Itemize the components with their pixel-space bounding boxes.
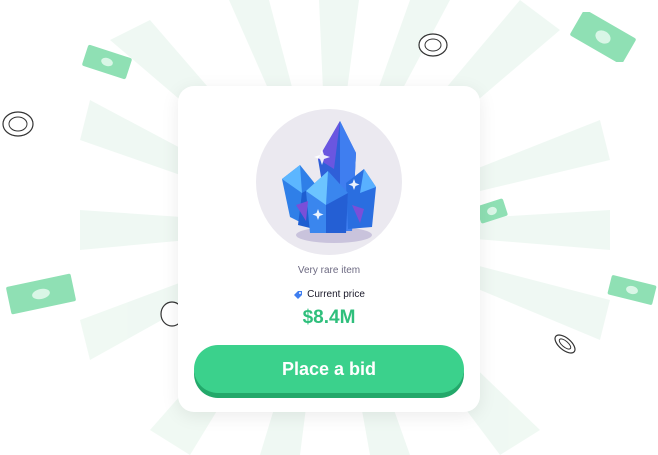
blue-crystal-icon [282, 121, 376, 243]
banknote-icon [82, 44, 132, 80]
banknote-icon [607, 275, 657, 305]
price-value: $8.4M [302, 307, 356, 328]
place-bid-button[interactable]: Place a bid [194, 345, 464, 393]
coin-icon [418, 33, 448, 57]
price-label-row: Current price [178, 289, 480, 300]
item-rarity: Very rare item [297, 265, 361, 276]
price-label: Current price [307, 289, 365, 300]
price-tag-icon [294, 290, 303, 299]
item-image [256, 109, 402, 255]
banknote-icon [570, 12, 636, 62]
banknote-icon [6, 273, 76, 315]
coin-icon [554, 334, 576, 354]
coin-icon [2, 111, 34, 137]
